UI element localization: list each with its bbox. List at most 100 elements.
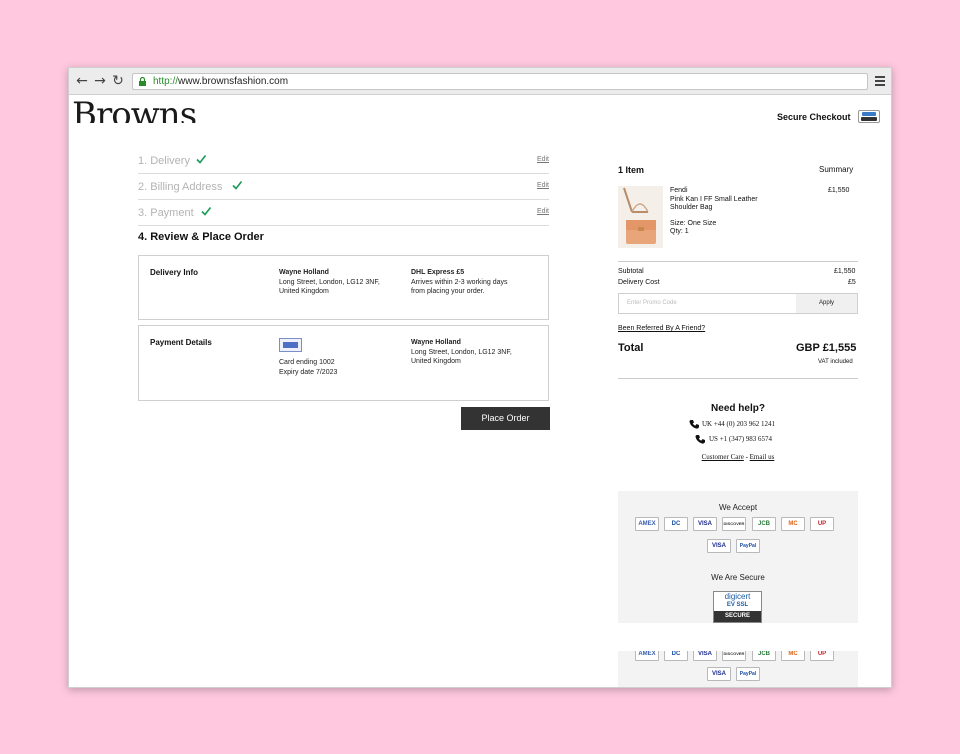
url-protocol: http:// xyxy=(153,76,179,87)
shoulder-bag-icon xyxy=(623,187,656,244)
product-name-line1: Pink Kan I FF Small Leather xyxy=(670,195,758,203)
delivery-address-line2: United Kingdom xyxy=(279,288,329,295)
promo-code-field[interactable]: Enter Promo Code Apply xyxy=(618,293,858,314)
digicert-secure: SECURE xyxy=(714,611,761,622)
place-order-button[interactable]: Place Order xyxy=(461,407,550,430)
browser-toolbar: ← → ↻ http://www.brownsfashion.com xyxy=(69,68,891,95)
digicert-badge-icon: digicert EV SSL SECURE xyxy=(713,591,762,623)
edit-link[interactable]: Edit xyxy=(537,208,549,215)
step-label: 2. Billing Address xyxy=(138,181,223,193)
billing-address-line1: Long Street, London, LG12 3NF, xyxy=(411,348,512,356)
uk-phone[interactable]: UK +44 (0) 203 962 1241 xyxy=(702,420,775,428)
delivery-arrival-line2: from placing your order. xyxy=(411,288,485,295)
unionpay-card-icon: UP xyxy=(810,517,834,531)
care-links: Customer Care - Email us xyxy=(618,453,858,461)
referred-link[interactable]: Been Referred By A Friend? xyxy=(618,325,705,332)
step-payment: 3. Payment Edit xyxy=(138,200,549,226)
step-review-heading: 4. Review & Place Order xyxy=(138,231,264,243)
mastercard-card-icon: MC xyxy=(781,517,805,531)
subtotal-label: Subtotal xyxy=(618,268,644,275)
discover-card-icon: DISCOVER xyxy=(722,651,746,661)
back-icon[interactable]: ← xyxy=(75,74,89,88)
url-host: www.brownsfashion.com xyxy=(178,76,289,87)
payment-methods-panel: We Accept AMEX DC VISA DISCOVER JCB MC U… xyxy=(618,491,858,623)
step-billing-address: 2. Billing Address Edit xyxy=(138,174,549,200)
billing-name: Wayne Holland xyxy=(411,339,461,346)
product-image[interactable] xyxy=(618,186,663,248)
amex-card-icon: AMEX xyxy=(635,517,659,531)
delivery-info-box: Delivery Info Wayne Holland Long Street,… xyxy=(138,255,549,320)
browns-logo[interactable]: Browns xyxy=(72,95,196,123)
billing-address-line2: United Kingdom xyxy=(411,358,461,365)
promo-code-input[interactable]: Enter Promo Code xyxy=(627,300,677,306)
delivery-arrival-line1: Arrives within 2-3 working days xyxy=(411,278,508,286)
summary-heading: Summary xyxy=(819,165,854,174)
edit-link[interactable]: Edit xyxy=(537,156,549,163)
email-us-link[interactable]: Email us xyxy=(750,453,775,461)
forward-icon[interactable]: → xyxy=(93,74,107,88)
product-name-line2: Shoulder Bag xyxy=(670,204,713,211)
total-label: Total xyxy=(618,342,644,354)
product-qty: Qty: 1 xyxy=(670,228,689,235)
visa-card-icon: VISA xyxy=(707,667,731,681)
we-are-secure-title: We Are Secure xyxy=(711,573,765,582)
customer-care-link[interactable]: Customer Care xyxy=(702,453,744,461)
lock-icon xyxy=(139,77,146,86)
us-phone[interactable]: US +1 (347) 983 6574 xyxy=(709,435,772,443)
visa-card-icon: VISA xyxy=(693,651,717,661)
diners-card-icon: DC xyxy=(664,651,688,661)
item-count: 1 Item xyxy=(618,165,645,175)
check-icon xyxy=(196,155,207,164)
payment-details-title: Payment Details xyxy=(150,338,212,347)
delivery-info-title: Delivery Info xyxy=(150,268,199,277)
total-divider xyxy=(618,378,858,379)
amex-card-icon xyxy=(279,338,302,352)
payment-methods-panel-duplicate: AMEX DC VISA DISCOVER JCB MC UP VISA Pay… xyxy=(618,651,858,687)
total-value: GBP £1,555 xyxy=(796,342,857,354)
menu-icon[interactable] xyxy=(875,76,885,86)
check-icon xyxy=(201,207,212,216)
summary-divider xyxy=(618,261,858,262)
digicert-ev: EV SSL xyxy=(726,602,749,608)
product-price: £1,550 xyxy=(828,187,850,194)
delivery-cost-label: Delivery Cost xyxy=(618,279,660,286)
delivery-name: Wayne Holland xyxy=(279,269,329,276)
discover-card-icon: DISCOVER xyxy=(722,517,746,531)
step-label: 3. Payment xyxy=(138,207,194,219)
mastercard-card-icon: MC xyxy=(781,651,805,661)
step-delivery: 1. Delivery Edit xyxy=(138,148,549,174)
amex-card-icon: AMEX xyxy=(635,651,659,661)
browser-window: ← → ↻ http://www.brownsfashion.com Brown… xyxy=(68,67,892,688)
secure-badge-icon xyxy=(858,110,880,123)
need-help-title: Need help? xyxy=(711,403,765,414)
payment-details-box: Payment Details Card ending 1002 Expiry … xyxy=(138,325,549,401)
product-size: Size: One Size xyxy=(670,219,717,227)
paypal-icon: PayPal xyxy=(736,667,760,681)
phone-icon xyxy=(689,420,699,429)
reload-icon[interactable]: ↻ xyxy=(111,74,125,88)
billing-address: Wayne Holland Long Street, London, LG12 … xyxy=(411,338,512,367)
apply-button[interactable]: Apply xyxy=(796,294,857,313)
phone-icon xyxy=(695,435,705,444)
diners-card-icon: DC xyxy=(664,517,688,531)
subtotal-value: £1,550 xyxy=(834,268,856,275)
delivery-address-line1: Long Street, London, LG12 3NF, xyxy=(279,278,380,286)
secure-checkout-label: Secure Checkout xyxy=(777,112,851,122)
delivery-method: DHL Express £5 Arrives within 2-3 workin… xyxy=(411,268,507,297)
address-bar[interactable]: http://www.brownsfashion.com xyxy=(132,73,868,90)
edit-link[interactable]: Edit xyxy=(537,182,549,189)
unionpay-card-icon: UP xyxy=(810,651,834,661)
card-info: Card ending 1002 Expiry date 7/2023 xyxy=(279,358,337,377)
we-accept-title: We Accept xyxy=(718,503,758,512)
delivery-address: Wayne Holland Long Street, London, LG12 … xyxy=(279,268,380,297)
card-expiry: Expiry date 7/2023 xyxy=(279,368,338,376)
card-ending: Card ending 1002 xyxy=(279,359,335,366)
check-icon xyxy=(232,181,243,190)
delivery-cost-value: £5 xyxy=(848,279,856,286)
jcb-card-icon: JCB xyxy=(752,517,776,531)
product-details: Fendi Pink Kan I FF Small Leather Should… xyxy=(670,187,758,237)
delivery-method-name: DHL Express £5 xyxy=(411,269,465,276)
vat-note: VAT included xyxy=(818,359,853,365)
jcb-card-icon: JCB xyxy=(752,651,776,661)
product-brand: Fendi xyxy=(670,187,688,194)
